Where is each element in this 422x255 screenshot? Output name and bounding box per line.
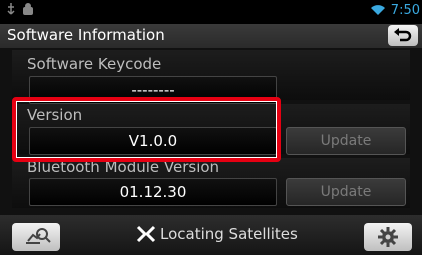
title-bar: Software Information	[0, 24, 422, 48]
gps-status-text: Locating Satellites	[160, 225, 298, 243]
back-arrow-icon	[394, 28, 412, 42]
bluetooth-module-version-value: 01.12.30	[29, 178, 277, 206]
clock: 7:50	[390, 3, 420, 18]
settings-button[interactable]	[364, 223, 412, 251]
settings-gear-icon	[378, 227, 398, 247]
bluetooth-update-button[interactable]: Update	[286, 178, 406, 206]
gps-status: Locating Satellites	[136, 225, 298, 243]
back-button[interactable]	[388, 25, 418, 46]
version-highlight-frame	[12, 97, 281, 162]
satellite-icon	[136, 225, 156, 247]
wifi-icon	[370, 4, 386, 20]
page-title: Software Information	[7, 26, 165, 44]
version-update-button[interactable]: Update	[286, 127, 406, 155]
user-search-icon	[26, 228, 51, 244]
user-search-button[interactable]	[12, 223, 60, 251]
bottom-bar: Locating Satellites	[0, 215, 422, 255]
android-icon	[22, 3, 34, 21]
software-keycode-label: Software Keycode	[27, 55, 162, 73]
status-bar: 7:50	[0, 0, 422, 24]
usb-icon	[6, 3, 16, 21]
